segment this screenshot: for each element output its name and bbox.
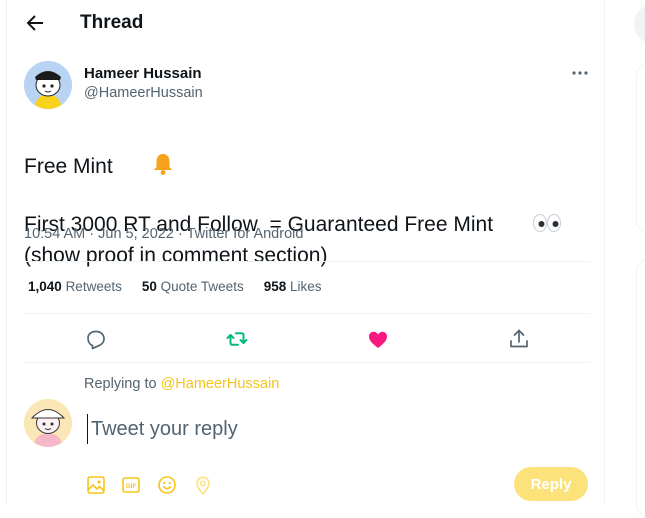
arrow-left-icon [26,15,43,31]
tweet-line: Free Mint [24,124,594,184]
replying-to-mention[interactable]: @HameerHussain [161,376,280,392]
likes-stat[interactable]: 958 Likes [264,279,322,294]
sidebar-card [636,258,645,518]
reply-button[interactable] [84,327,108,351]
heart-icon [369,331,387,348]
retweets-stat[interactable]: 1,040 Retweets [28,279,122,294]
divider [24,362,590,363]
page-title: Thread [80,12,144,33]
tweet-line: (show proof in comment section) [24,244,328,267]
emoji-icon [158,476,176,494]
header: Thread [7,0,604,46]
share-icon [510,329,528,348]
sidebar-card [636,62,645,234]
tweet-meta: 10:54 AM · Jun 5, 2022 · Twitter for And… [24,226,303,242]
media-button[interactable] [85,474,107,496]
user-avatar[interactable] [24,399,72,447]
divider [24,313,590,314]
thread-column: Thread Hameer Hussain @HameerHussain Fre… [6,0,605,504]
avatar-art [24,399,72,447]
location-button[interactable] [192,474,214,496]
tweet-source[interactable]: Twitter for Android [187,226,304,242]
tweet-text: Free Mint First 3000 RT and Follow = Gua… [24,124,594,270]
share-button[interactable] [507,327,531,351]
replying-to: Replying to @HameerHussain [84,376,280,392]
retweet-button[interactable] [225,327,249,351]
more-dots-icon [572,71,588,75]
author-avatar[interactable] [24,61,72,109]
eyes-emoji [497,184,562,242]
emoji-button[interactable] [156,474,178,496]
reply-submit-button[interactable]: Reply [514,467,588,501]
location-icon [196,476,210,495]
image-icon [87,476,105,494]
meta-separator: · [173,226,187,242]
gif-button[interactable]: GIF [120,474,142,496]
divider [24,261,590,262]
reply-input[interactable] [87,414,571,444]
author-handle[interactable]: @HameerHussain [84,85,203,101]
tweet-stats: 1,040 Retweets 50 Quote Tweets 958 Likes [28,279,322,294]
author-name[interactable]: Hameer Hussain [84,65,202,82]
like-button[interactable] [366,327,390,351]
more-button[interactable] [569,62,591,84]
timestamp[interactable]: 10:54 AM · Jun 5, 2022 [24,226,174,242]
svg-text:GIF: GIF [126,483,137,490]
bell-emoji [117,124,174,184]
reply-icon [87,330,105,350]
avatar-art [24,61,72,109]
sidebar-search[interactable] [634,4,645,44]
back-button[interactable] [23,11,47,35]
retweet-icon [226,332,248,346]
quote-tweets-stat[interactable]: 50 Quote Tweets [142,279,244,294]
gif-icon: GIF [122,477,140,493]
